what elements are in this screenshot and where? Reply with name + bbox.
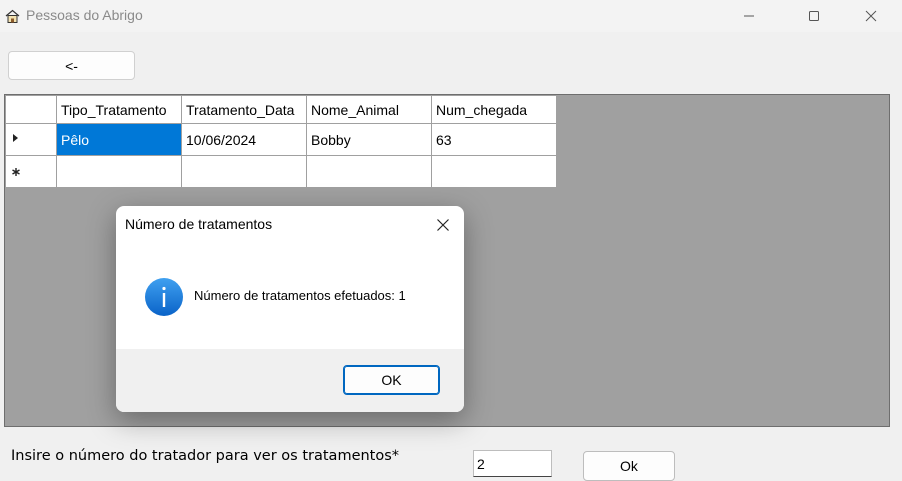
window-title: Pessoas do Abrigo [26, 7, 143, 23]
back-button[interactable]: <- [8, 51, 135, 80]
close-icon [865, 10, 877, 22]
grid-cell[interactable]: 10/06/2024 [181, 123, 307, 156]
minimize-icon [744, 15, 754, 17]
info-icon [144, 277, 184, 317]
row-header[interactable] [5, 155, 57, 188]
column-header[interactable]: Tipo_Tratamento [56, 95, 182, 124]
house-icon [5, 9, 20, 24]
row-header[interactable] [5, 123, 57, 156]
grid-cell[interactable] [56, 155, 182, 188]
grid-cell[interactable]: Bobby [306, 123, 432, 156]
dialog-message: Número de tratamentos efetuados: 1 [194, 288, 406, 303]
column-header[interactable]: Tratamento_Data [181, 95, 307, 124]
grid-header-row: Tipo_Tratamento Tratamento_Data Nome_Ani… [5, 95, 557, 124]
table-row-new[interactable] [5, 155, 557, 188]
grid-cell[interactable] [306, 155, 432, 188]
dialog-ok-button[interactable]: OK [343, 365, 440, 395]
close-window-button[interactable] [848, 0, 894, 32]
table-row[interactable]: Pêlo 10/06/2024 Bobby 63 [5, 123, 557, 156]
title-bar: Pessoas do Abrigo [0, 0, 902, 32]
current-row-arrow-icon [13, 134, 18, 142]
new-row-asterisk-icon [12, 168, 20, 176]
tratador-number-input[interactable] [473, 450, 552, 477]
grid-corner-header[interactable] [5, 95, 57, 124]
dialog-title: Número de tratamentos [125, 216, 273, 232]
grid-cell[interactable] [431, 155, 557, 188]
grid-cell[interactable]: Pêlo [56, 123, 182, 156]
grid-cell[interactable]: 63 [431, 123, 557, 156]
minimize-button[interactable] [726, 0, 772, 32]
maximize-button[interactable] [791, 0, 837, 32]
close-icon [437, 219, 449, 231]
maximize-icon [809, 11, 819, 21]
column-header[interactable]: Num_chegada [431, 95, 557, 124]
tratador-prompt-label: Insire o número do tratador para ver os … [11, 448, 400, 464]
grid-cell[interactable] [181, 155, 307, 188]
dialog-close-button[interactable] [430, 212, 456, 238]
ok-button[interactable]: Ok [583, 451, 675, 481]
message-dialog: Número de tratamentos Número de tratamen… [116, 206, 464, 412]
column-header[interactable]: Nome_Animal [306, 95, 432, 124]
